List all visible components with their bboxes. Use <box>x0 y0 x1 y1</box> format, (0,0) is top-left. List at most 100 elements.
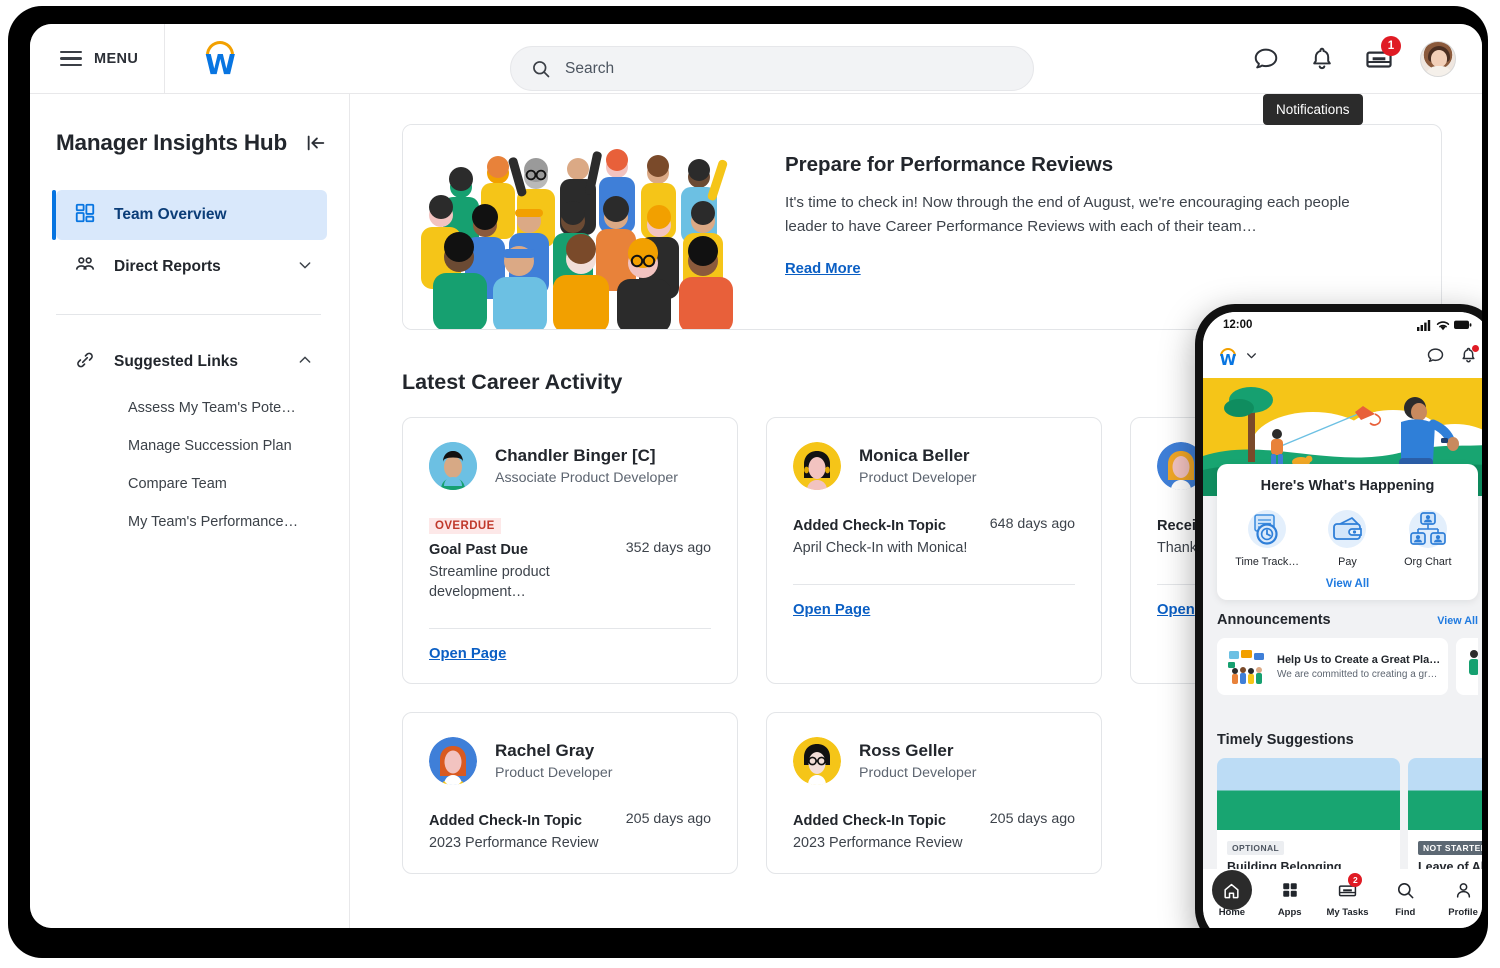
card-divider <box>793 584 1075 585</box>
nav-item-my-tasks[interactable]: 2 My Tasks <box>1319 877 1377 918</box>
inbox-icon[interactable]: 1 <box>1364 45 1392 73</box>
avatar <box>429 442 477 490</box>
inbox-badge: 1 <box>1381 36 1401 56</box>
event-description: April Check-In with Monica! <box>793 538 968 558</box>
open-page-link[interactable]: Open <box>1157 602 1195 618</box>
quick-action-label: Pay <box>1308 556 1386 568</box>
workday-logo[interactable]: W <box>199 39 241 79</box>
announcement-thumbnail <box>1225 649 1269 685</box>
chevron-down-icon[interactable] <box>297 257 313 278</box>
announcement-card[interactable]: Help Us to Create a Great Pla… We are co… <box>1217 638 1448 695</box>
card-header: Monica Beller Product Developer <box>793 442 1075 490</box>
person-name: Monica Beller <box>859 446 970 465</box>
event-title: Added Check-In Topic <box>793 811 946 831</box>
battery-icon <box>1454 320 1472 330</box>
quick-action-label: Time Track… <box>1228 556 1306 568</box>
sidebar-link-compare-team[interactable]: Compare Team <box>56 465 327 503</box>
chevron-down-icon[interactable] <box>1245 349 1258 367</box>
announcements-heading: Announcements <box>1217 612 1331 628</box>
browser-screen: MENU W Search <box>30 24 1482 928</box>
grid-icon <box>74 202 96 229</box>
sidebar: Manager Insights Hub <box>30 94 350 928</box>
announcement-thumbnail <box>1464 669 1478 686</box>
sidebar-item-direct-reports[interactable]: Direct Reports <box>56 242 327 292</box>
nav-item-home[interactable]: Home <box>1203 877 1261 918</box>
chevron-up-icon[interactable] <box>297 352 313 373</box>
activity-card[interactable]: Chandler Binger [C] Associate Product De… <box>402 417 738 684</box>
notification-dot <box>1472 345 1479 352</box>
announcements-view-all-link[interactable]: View All <box>1437 615 1478 627</box>
quick-action-org-chart[interactable]: Org Chart <box>1389 508 1467 568</box>
sidebar-group-suggested-links[interactable]: Suggested Links <box>56 337 327 387</box>
collapse-panel-icon[interactable] <box>305 132 327 154</box>
announcement-card-next[interactable] <box>1456 638 1478 695</box>
person-icon <box>1434 877 1482 903</box>
avatar <box>429 737 477 785</box>
mobile-header-actions <box>1426 346 1478 370</box>
person-name: Rachel Gray <box>495 741 594 760</box>
sidebar-item-team-overview[interactable]: Team Overview <box>56 190 327 240</box>
announcements-carousel[interactable]: Help Us to Create a Great Pla… We are co… <box>1217 638 1478 695</box>
card-person: Monica Beller Product Developer <box>859 446 977 486</box>
person-role: Product Developer <box>859 470 977 486</box>
search-icon <box>1376 877 1434 903</box>
open-page-link[interactable]: Open Page <box>793 602 870 618</box>
menu-button[interactable]: MENU <box>30 24 165 94</box>
chat-icon[interactable] <box>1426 346 1445 370</box>
timely-suggestions-carousel[interactable]: OPTIONAL Building Belonging NOT STARTED … <box>1217 758 1478 884</box>
chat-icon[interactable] <box>1252 45 1280 73</box>
mobile-header: W <box>1203 338 1482 378</box>
event-timestamp: 648 days ago <box>990 516 1075 532</box>
sidebar-link-team-performance[interactable]: My Team's Performance… <box>56 503 327 541</box>
mobile-device-mockup: 12:00 <box>1195 304 1482 928</box>
event-timestamp: 205 days ago <box>990 811 1075 827</box>
event-description: 2023 Performance Review <box>793 833 968 853</box>
sidebar-link-assess-potential[interactable]: Assess My Team's Pote… <box>56 389 327 427</box>
card-divider <box>429 628 711 629</box>
mobile-status-bar: 12:00 <box>1203 312 1482 338</box>
status-time: 12:00 <box>1223 319 1252 331</box>
sidebar-group-label: Suggested Links <box>114 353 238 371</box>
nav-item-find[interactable]: Find <box>1376 877 1434 918</box>
suggestion-image <box>1408 758 1482 830</box>
read-more-link[interactable]: Read More <box>785 261 861 277</box>
header-actions: 1 <box>1252 24 1456 94</box>
timesheet-icon <box>1246 508 1288 550</box>
search-placeholder: Search <box>565 60 614 78</box>
nav-item-label: Profile <box>1434 907 1482 918</box>
nav-item-apps[interactable]: Apps <box>1261 877 1319 918</box>
org-chart-icon <box>1407 508 1449 550</box>
people-icon <box>74 254 96 281</box>
activity-card[interactable]: Rachel Gray Product Developer Added Chec… <box>402 712 738 874</box>
quick-action-time-tracking[interactable]: Time Track… <box>1228 508 1306 568</box>
search-input[interactable]: Search <box>510 46 1034 91</box>
open-page-link[interactable]: Open Page <box>429 646 506 662</box>
logo-letter: W <box>199 51 241 79</box>
bell-icon[interactable] <box>1308 45 1336 73</box>
card-person: Rachel Gray Product Developer <box>495 741 613 781</box>
banner-title: Prepare for Performance Reviews <box>785 153 1365 177</box>
sidebar-link-succession-plan[interactable]: Manage Succession Plan <box>56 427 327 465</box>
menu-button-label: MENU <box>94 51 138 67</box>
activity-card[interactable]: Monica Beller Product Developer Added Ch… <box>766 417 1102 684</box>
whats-happening-title: Here's What's Happening <box>1227 478 1468 494</box>
nav-item-label: Apps <box>1261 907 1319 918</box>
bell-icon[interactable] <box>1459 346 1478 370</box>
quick-action-pay[interactable]: Pay <box>1308 508 1386 568</box>
announcement-text: Help Us to Create a Great Pla… We are co… <box>1277 654 1440 680</box>
card-header: Ross Geller Product Developer <box>793 737 1075 785</box>
announcements-header: Announcements View All <box>1217 612 1478 628</box>
suggestion-status-badge: OPTIONAL <box>1227 841 1284 855</box>
event-description: 2023 Performance Review <box>429 833 604 853</box>
suggestion-card[interactable]: OPTIONAL Building Belonging <box>1217 758 1400 884</box>
nav-item-profile[interactable]: Profile <box>1434 877 1482 918</box>
suggestion-card[interactable]: NOT STARTED Leave of Absen <box>1408 758 1482 884</box>
user-avatar[interactable] <box>1420 41 1456 77</box>
workday-logo[interactable]: W <box>1217 347 1239 369</box>
suggestion-image <box>1217 758 1400 830</box>
activity-card[interactable]: Ross Geller Product Developer Added Chec… <box>766 712 1102 874</box>
event-timestamp: 205 days ago <box>626 811 711 827</box>
nav-item-label: Find <box>1376 907 1434 918</box>
device-bezel: MENU W Search <box>8 6 1488 958</box>
view-all-link[interactable]: View All <box>1227 578 1468 590</box>
